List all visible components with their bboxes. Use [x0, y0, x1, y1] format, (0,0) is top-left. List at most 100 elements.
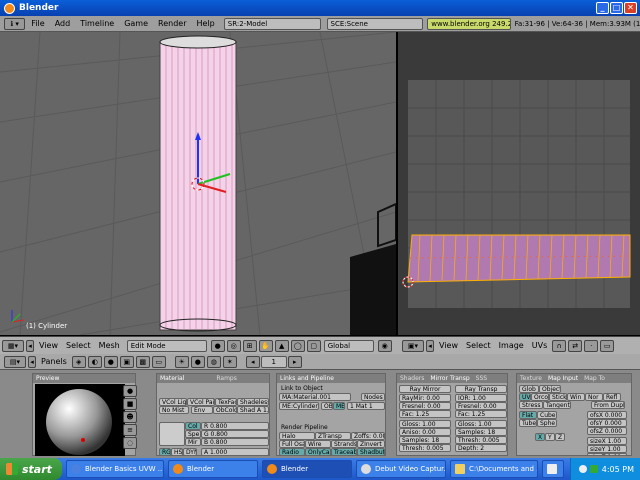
shadow-alpha-field[interactable]: Shad A 1.00 — [237, 406, 269, 414]
shadeless-toggle[interactable]: Shadeless — [237, 398, 269, 406]
ob-button[interactable]: OB — [321, 402, 333, 410]
scene-icon[interactable]: ▭ — [151, 355, 166, 368]
translate-icon[interactable]: ▲ — [274, 339, 289, 352]
menu-mesh[interactable]: Mesh — [95, 341, 124, 350]
mesh-name-field[interactable]: ME:Cylinder — [279, 402, 319, 410]
from-dupli-toggle[interactable]: From Dupli — [591, 401, 625, 409]
draw-type-icon[interactable]: ● — [210, 339, 225, 352]
cube-toggle[interactable]: Cube — [537, 411, 557, 419]
scale-icon[interactable]: ▢ — [306, 339, 321, 352]
window-type-icon[interactable]: ℹ ▾ — [4, 17, 26, 30]
transp-thresh-field[interactable]: Thresh: 0.005 — [455, 436, 507, 444]
shadbuf-toggle[interactable]: Shadbuf — [357, 448, 385, 456]
alpha-slider[interactable]: A 1.000 — [201, 448, 269, 456]
uv-editor[interactable] — [398, 32, 640, 335]
strands-toggle[interactable]: Strands — [331, 440, 357, 448]
ofs-y-field[interactable]: ofsY 0.000 — [587, 419, 627, 427]
preview-sphere-icon[interactable]: ● — [123, 385, 137, 397]
tray-icon-2[interactable] — [589, 465, 598, 473]
ofs-z-field[interactable]: ofsZ 0.000 — [587, 427, 627, 435]
tab-shaders[interactable]: Shaders — [400, 374, 424, 383]
size-z-field[interactable]: sizeZ 1.00 — [587, 453, 627, 456]
rgb-button[interactable]: RGB — [159, 448, 171, 456]
ofs-x-field[interactable]: ofsX 0.000 — [587, 411, 627, 419]
script-icon[interactable]: ◐ — [87, 355, 102, 368]
preview-sky-icon[interactable]: ◌ — [123, 437, 137, 449]
rotate-icon[interactable]: ◯ — [290, 339, 305, 352]
ztransp-toggle[interactable]: ZTransp — [315, 432, 351, 440]
spe-button[interactable]: Spe — [185, 430, 201, 438]
uv-collapse-menu-icon[interactable]: ◂ — [426, 339, 434, 352]
ray-transp-toggle[interactable]: Ray Transp — [455, 385, 507, 393]
shading-icon[interactable]: ● — [103, 355, 118, 368]
object-icon[interactable]: ▣ — [119, 355, 134, 368]
mat-index-field[interactable]: 1 Mat 1 — [347, 402, 385, 410]
task-documents-folder[interactable]: C:\Documents and ... — [450, 460, 538, 478]
glob-toggle[interactable]: Glob — [519, 385, 539, 393]
col-button[interactable]: Col — [185, 422, 201, 430]
vcol-paint-toggle[interactable]: VCol Paint — [187, 398, 215, 406]
menu-timeline[interactable]: Timeline — [75, 19, 119, 28]
orientation-selector[interactable]: Global — [323, 339, 374, 352]
blue-slider[interactable]: B 0.800 — [201, 438, 269, 446]
lamp-icon[interactable]: ☀ — [174, 355, 189, 368]
zinvert-toggle[interactable]: ZInvert — [357, 440, 385, 448]
mir-fac-field[interactable]: Fac: 1.25 — [399, 410, 451, 418]
buttons-editor-type-icon[interactable]: ▤▾ — [4, 355, 26, 368]
uv-magnet-icon[interactable]: ∩ — [552, 339, 567, 352]
halo-toggle[interactable]: Halo — [279, 432, 315, 440]
tab-material[interactable]: Material — [160, 374, 184, 383]
axis-z-button[interactable]: Z — [555, 433, 565, 441]
menu-file[interactable]: File — [26, 19, 49, 28]
wire-toggle[interactable]: Wire — [305, 440, 331, 448]
ior-field[interactable]: IOR: 1.00 — [455, 394, 507, 402]
frame-number[interactable]: 1 — [260, 355, 287, 368]
task-blender-basics[interactable]: Blender Basics UVW ... — [66, 460, 164, 478]
task-blender-2[interactable]: Blender — [262, 460, 352, 478]
tab-links-pipeline[interactable]: Links and Pipeline — [280, 374, 334, 383]
nor-toggle[interactable]: Nor — [585, 393, 603, 401]
radiosity-icon[interactable]: ✶ — [222, 355, 237, 368]
uv-canvas[interactable] — [398, 32, 640, 335]
transp-gloss-field[interactable]: Gloss: 1.00 — [455, 420, 507, 428]
uv-menu-view[interactable]: View — [435, 341, 462, 350]
nodes-button[interactable]: Nodes — [361, 393, 385, 401]
uv-menu-uvs[interactable]: UVs — [528, 341, 552, 350]
task-blender-1[interactable]: Blender — [168, 460, 258, 478]
blender-url[interactable]: www.blender.org 249.2 — [427, 17, 511, 30]
onlycast-toggle[interactable]: OnlyCast — [305, 448, 331, 456]
hand-icon[interactable]: ✋ — [258, 339, 273, 352]
tab-sss[interactable]: SSS — [476, 374, 487, 383]
task-extra[interactable] — [542, 460, 564, 478]
zoffs-field[interactable]: Zoffs: 0.00 — [351, 432, 385, 440]
axis-y-button[interactable]: Y — [545, 433, 555, 441]
tab-texture[interactable]: Texture — [520, 374, 542, 383]
start-button[interactable]: start — [0, 458, 62, 480]
red-slider[interactable]: R 0.800 — [201, 422, 269, 430]
proportional-icon[interactable]: ◉ — [377, 339, 392, 352]
tab-ramps[interactable]: Ramps — [216, 374, 237, 383]
full-osa-toggle[interactable]: Full Osa — [279, 440, 305, 448]
size-x-field[interactable]: sizeX 1.00 — [587, 437, 627, 445]
screen-selector[interactable]: SR:2-Model — [223, 17, 321, 30]
transp-fac-field[interactable]: Fac: 1.25 — [455, 410, 507, 418]
uv-edge-icon[interactable]: ▭ — [600, 339, 615, 352]
menu-add[interactable]: Add — [50, 19, 76, 28]
tab-mirror-transp[interactable]: Mirror Transp — [430, 374, 469, 383]
sphe-toggle[interactable]: Sphe — [537, 419, 557, 427]
hsv-button[interactable]: HSV — [171, 448, 183, 456]
viewport-canvas[interactable] — [0, 32, 396, 335]
material-icon[interactable]: ● — [190, 355, 205, 368]
collapse-menu-icon[interactable]: ◂ — [26, 339, 34, 352]
green-slider[interactable]: G 0.800 — [201, 430, 269, 438]
preview-monkey-icon[interactable]: ☻ — [123, 411, 137, 423]
prev-frame-icon[interactable]: ◂ — [245, 355, 260, 368]
buttons-collapse-icon[interactable]: ◂ — [28, 355, 36, 368]
world-icon[interactable]: ◍ — [206, 355, 221, 368]
mir-samples-field[interactable]: Samples: 18 — [399, 436, 451, 444]
tangent-toggle[interactable]: Tangent — [543, 401, 571, 409]
raymir-field[interactable]: RayMir: 0.00 — [399, 394, 451, 402]
mir-gloss-field[interactable]: Gloss: 1.00 — [399, 420, 451, 428]
object-toggle[interactable]: Object — [539, 385, 561, 393]
color-swatches[interactable] — [159, 422, 185, 446]
